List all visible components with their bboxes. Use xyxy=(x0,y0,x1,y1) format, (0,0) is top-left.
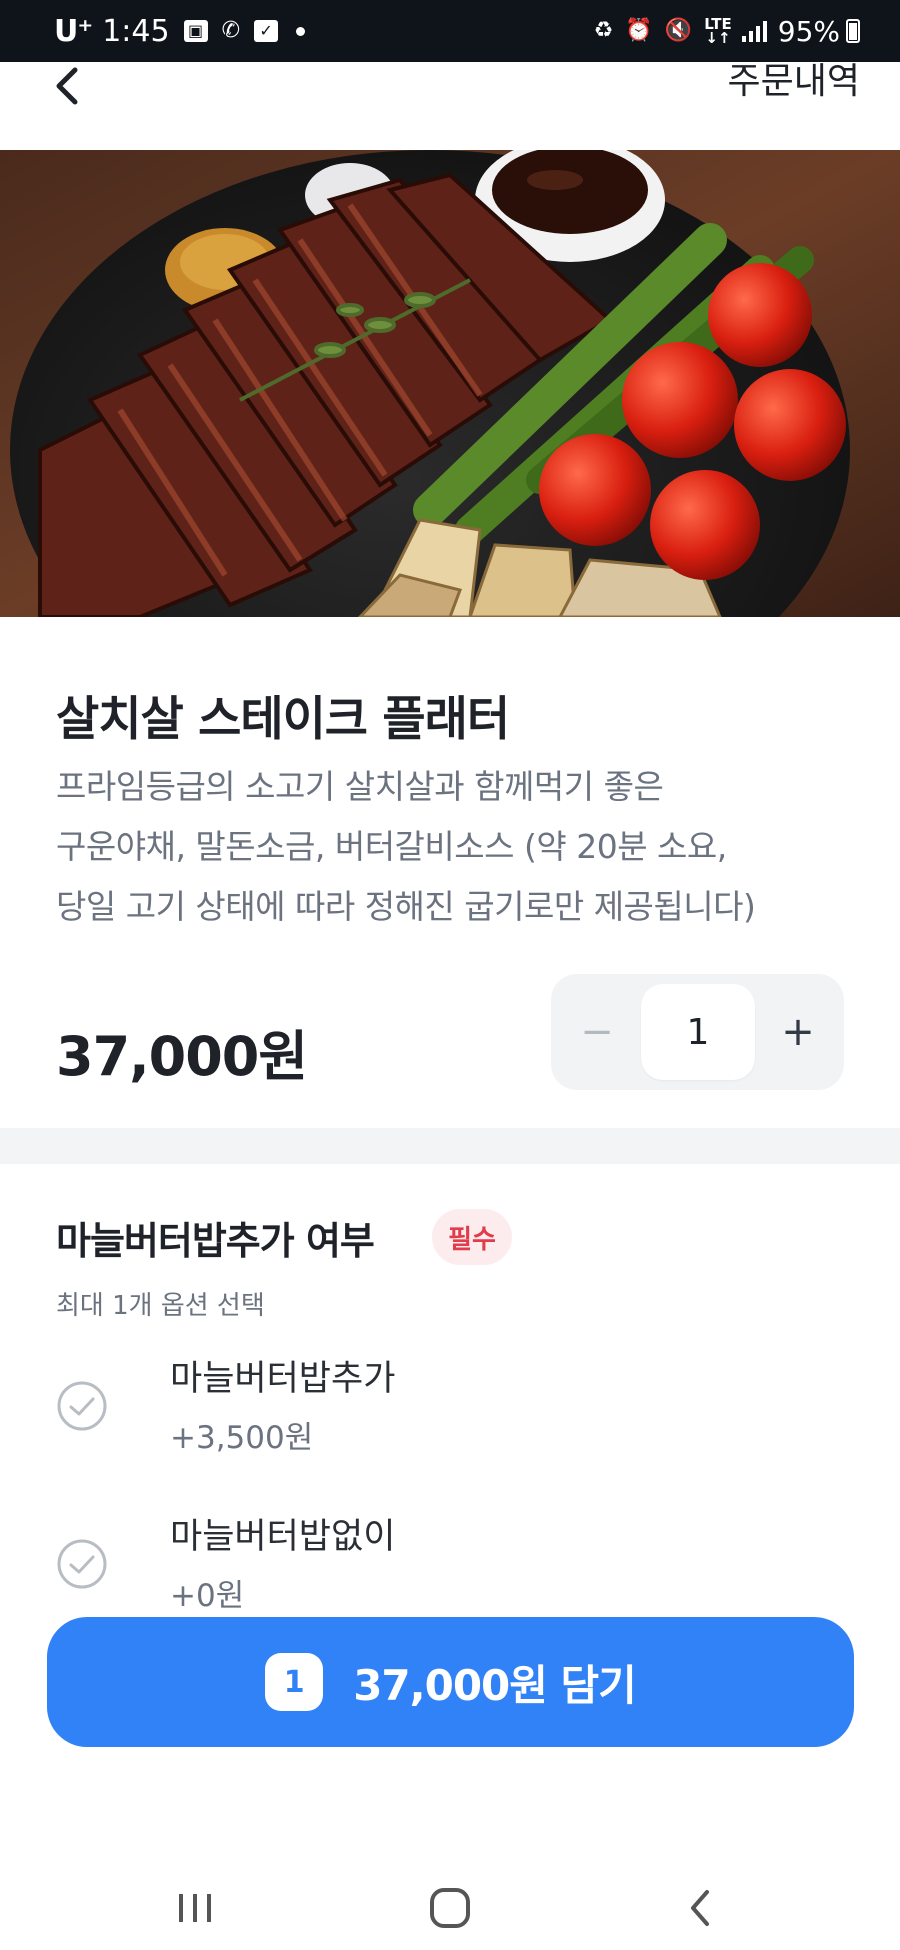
system-nav-bar xyxy=(0,1860,900,1950)
option-name: 마늘버터밥없이 xyxy=(170,1517,396,1557)
back-button[interactable] xyxy=(44,62,92,110)
option-item[interactable]: 마늘버터밥없이 +0원 xyxy=(56,1508,856,1628)
carrier-label: U⁺ xyxy=(54,13,93,49)
image-icon: ▣ xyxy=(183,20,208,42)
check-circle-icon[interactable] xyxy=(56,1380,108,1432)
recents-icon xyxy=(179,1894,211,1922)
network-label: LTE xyxy=(704,15,732,33)
recents-button[interactable] xyxy=(160,1878,230,1938)
mute-icon: 🔇 xyxy=(664,18,693,43)
app-header: 주문내역 xyxy=(0,62,900,150)
option-price: +0원 xyxy=(170,1578,245,1614)
option-group-title: 마늘버터밥추가 여부 xyxy=(56,1219,375,1263)
increase-quantity-button[interactable]: + xyxy=(752,974,844,1090)
system-back-button[interactable] xyxy=(665,1878,735,1938)
product-title: 살치살 스테이크 플래터 xyxy=(56,692,510,747)
option-price: +3,500원 xyxy=(170,1420,314,1456)
product-description-line: 프라임등급의 소고기 살치살과 함께먹기 좋은 xyxy=(56,767,664,806)
plus-icon: + xyxy=(781,1009,815,1055)
status-bar-right: ♻ ⏰ 🔇 LTE ↓↑ 95% xyxy=(582,15,860,48)
add-to-cart-button[interactable]: 1 37,000원 담기 xyxy=(47,1617,854,1747)
product-price: 37,000원 xyxy=(56,1025,308,1088)
product-image xyxy=(0,150,900,617)
cart-count-badge: 1 xyxy=(265,1653,324,1711)
required-badge: 필수 xyxy=(432,1209,512,1265)
minus-icon: − xyxy=(580,1009,614,1055)
check-circle-icon[interactable] xyxy=(56,1538,108,1590)
option-item[interactable]: 마늘버터밥추가 +3,500원 xyxy=(56,1350,856,1470)
home-button[interactable] xyxy=(415,1878,485,1938)
signal-icon xyxy=(741,20,770,42)
clock: 1:45 xyxy=(102,13,170,49)
chevron-left-icon xyxy=(56,67,78,105)
decrease-quantity-button[interactable]: − xyxy=(551,974,643,1090)
product-description-line: 구운야채, 말돈소금, 버터갈비소스 (약 20분 소요, xyxy=(56,827,727,866)
alarm-icon: ⏰ xyxy=(625,18,653,43)
lte-icon: LTE ↓↑ xyxy=(704,15,732,47)
checkbox-icon: ✓ xyxy=(254,20,279,42)
option-group-subtitle: 최대 1개 옵션 선택 xyxy=(56,1291,265,1321)
status-bar: U⁺ 1:45 ▣ ✆ ✓ ♻ ⏰ 🔇 LTE ↓↑ 95% xyxy=(0,0,900,62)
recycle-icon: ♻ xyxy=(593,18,614,43)
dot-icon xyxy=(296,26,306,36)
quantity-value: 1 xyxy=(641,984,755,1080)
add-to-cart-label: 37,000원 담기 xyxy=(353,1660,637,1710)
quantity-stepper: − 1 + xyxy=(551,974,844,1090)
order-history-link[interactable]: 주문내역 xyxy=(728,62,860,102)
product-description-line: 당일 고기 상태에 따라 정해진 굽기로만 제공됩니다) xyxy=(56,887,756,926)
call-app-icon: ✆ xyxy=(221,18,241,43)
product-description: 프라임등급의 소고기 살치살과 함께먹기 좋은 구운야채, 말돈소금, 버터갈비… xyxy=(56,757,856,937)
back-icon xyxy=(691,1890,709,1926)
battery-percent: 95% xyxy=(777,14,840,48)
home-icon xyxy=(430,1888,470,1928)
battery-icon xyxy=(846,19,860,43)
section-divider xyxy=(0,1128,900,1164)
option-name: 마늘버터밥추가 xyxy=(170,1359,396,1399)
status-bar-left: U⁺ 1:45 ▣ ✆ ✓ xyxy=(54,13,306,49)
